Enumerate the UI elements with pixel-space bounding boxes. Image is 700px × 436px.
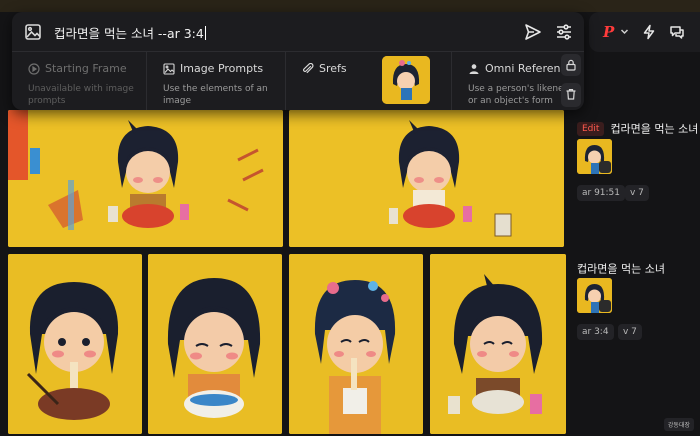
chat-icon[interactable] (669, 24, 685, 40)
play-circle-icon (28, 62, 40, 75)
generated-image-3[interactable] (8, 254, 142, 434)
prompt-panel: 컵라면을 먹는 소녀 --ar 3:4 Starting Frame Unava… (12, 12, 584, 110)
person-icon (469, 63, 479, 74)
option-subtitle: Unavailable with image prompts (28, 84, 134, 106)
profile-badge[interactable]: P (603, 23, 614, 41)
job-reference-thumbnail[interactable] (577, 278, 612, 313)
add-image-icon[interactable] (24, 23, 42, 41)
version-tag[interactable]: v 7 (618, 324, 642, 340)
starting-frame-option[interactable]: Starting Frame Unavailable with image pr… (12, 52, 146, 110)
lock-icon (566, 59, 576, 71)
generated-image-2[interactable] (289, 110, 564, 247)
sref-link-icon (599, 161, 611, 173)
settings-sliders-icon[interactable] (555, 23, 573, 41)
edit-button[interactable]: Edit (577, 121, 605, 136)
trash-icon (566, 89, 576, 100)
prompt-input-text: 컵라면을 먹는 소녀 --ar 3:4 (54, 26, 204, 41)
option-title: Starting Frame (45, 62, 127, 75)
image-icon (163, 62, 175, 75)
option-title: Srefs (319, 62, 347, 75)
creator-credit: 강동대장 (663, 418, 694, 431)
text-caret (204, 26, 206, 40)
lightning-icon[interactable] (641, 24, 657, 40)
send-icon[interactable] (524, 23, 542, 41)
top-toolbar: P (589, 12, 700, 52)
job-prompt-title[interactable]: 컵라면을 먹는 소녀 (610, 123, 698, 136)
option-subtitle: Use the elements of an image (163, 84, 268, 106)
generated-image-4[interactable] (148, 254, 282, 434)
version-tag[interactable]: v 7 (625, 185, 649, 201)
sref-thumbnail[interactable] (382, 56, 430, 104)
delete-button[interactable] (561, 83, 581, 107)
generated-image-5[interactable] (289, 254, 423, 434)
job-info-1: Edit 컵라면을 먹는 소녀 (577, 118, 698, 137)
option-title: Image Prompts (180, 62, 264, 75)
job-info-2: 컵라면을 먹는 소녀 (577, 258, 665, 277)
sref-link-icon (599, 300, 611, 312)
lock-button[interactable] (561, 54, 581, 76)
job-reference-thumbnail[interactable] (577, 139, 612, 174)
paperclip-icon (303, 62, 314, 73)
aspect-ratio-tag[interactable]: ar 91:51 (577, 185, 626, 201)
generated-image-1[interactable] (8, 110, 283, 247)
prompt-bar: 컵라면을 먹는 소녀 --ar 3:4 (12, 12, 584, 52)
aspect-ratio-tag[interactable]: ar 3:4 (577, 324, 614, 340)
chevron-down-icon[interactable] (620, 27, 629, 36)
prompt-input[interactable]: 컵라면을 먹는 소녀 --ar 3:4 (54, 23, 206, 42)
job-prompt-title[interactable]: 컵라면을 먹는 소녀 (577, 263, 665, 276)
image-prompts-option[interactable]: Image Prompts Use the elements of an ima… (146, 52, 285, 110)
generated-image-6[interactable] (430, 254, 566, 434)
previous-results-strip (0, 0, 700, 12)
